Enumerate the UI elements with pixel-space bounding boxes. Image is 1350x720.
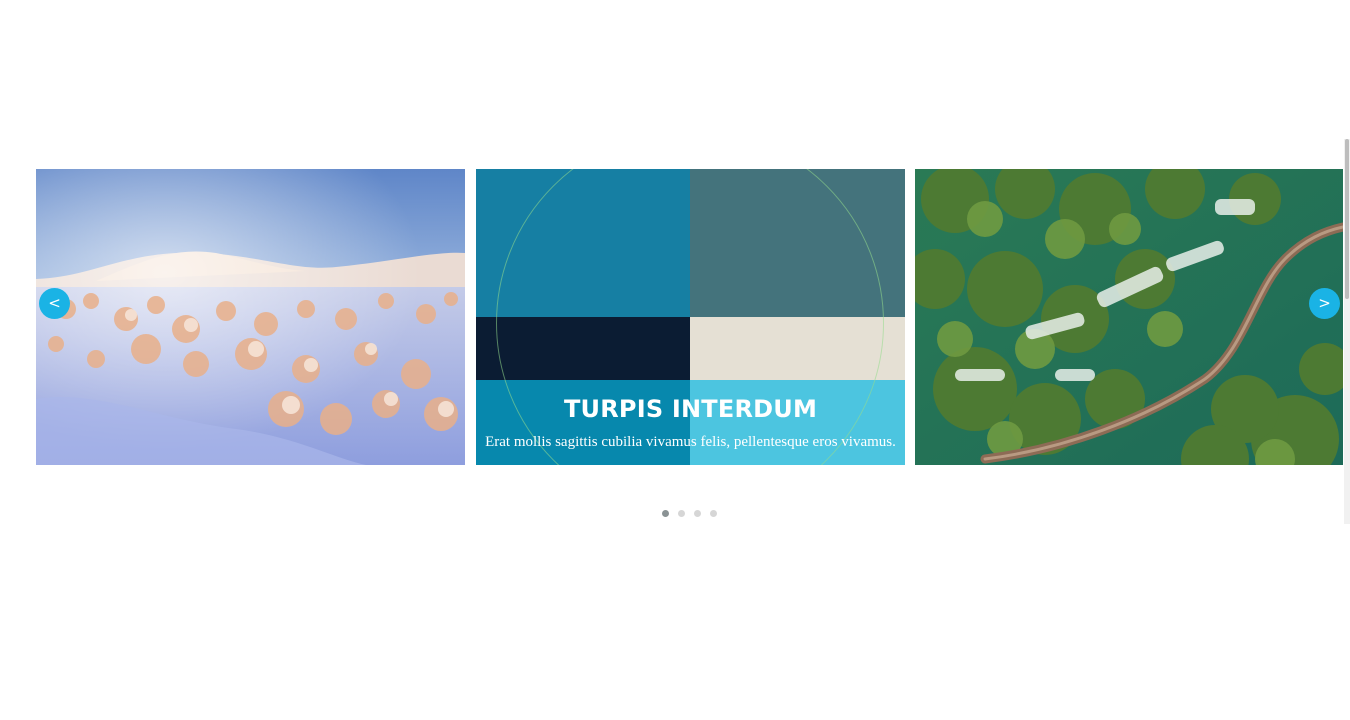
slide-caption: TURPIS INTERDUM Erat mollis sagittis cub… <box>476 393 905 453</box>
pagination-dot-1[interactable] <box>662 510 669 517</box>
slide-turpis-interdum[interactable]: TURPIS INTERDUM Erat mollis sagittis cub… <box>476 169 905 465</box>
snow-landscape-image <box>36 169 465 465</box>
carousel-pagination <box>662 510 717 517</box>
scrollbar-thumb[interactable] <box>1345 139 1349 299</box>
waterfalls-image <box>915 169 1343 465</box>
slide-caption-title: TURPIS INTERDUM <box>563 395 818 423</box>
slide-waterfalls-boardwalk[interactable] <box>915 169 1343 465</box>
pagination-dot-3[interactable] <box>694 510 701 517</box>
image-carousel: TURPIS INTERDUM Erat mollis sagittis cub… <box>0 0 1350 720</box>
previous-slide-button[interactable]: < <box>39 288 70 319</box>
slide-snowy-landscape[interactable] <box>36 169 465 465</box>
pagination-dot-2[interactable] <box>678 510 685 517</box>
pagination-dot-4[interactable] <box>710 510 717 517</box>
next-slide-button[interactable]: > <box>1309 288 1340 319</box>
slide-caption-text: Erat mollis sagittis cubilia vivamus fel… <box>485 434 896 450</box>
